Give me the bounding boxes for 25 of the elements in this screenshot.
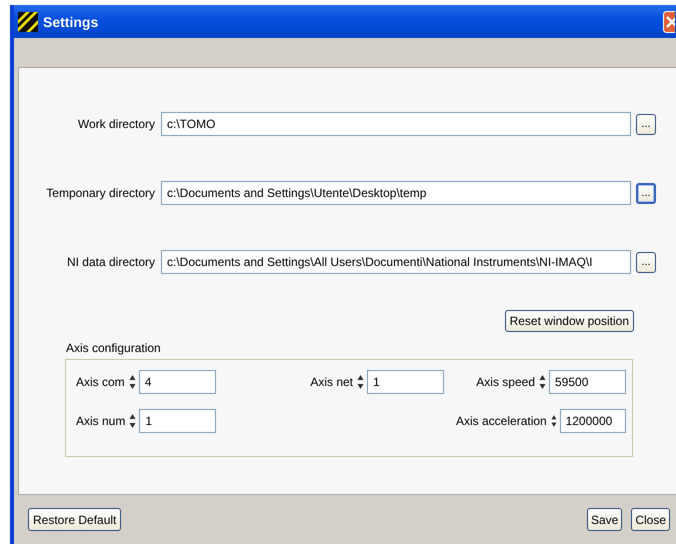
number-field[interactable]: 59500 bbox=[549, 370, 626, 394]
field-label: Axis com bbox=[76, 375, 125, 389]
number-field[interactable]: 4 bbox=[138, 370, 216, 394]
browse-button[interactable]: ... bbox=[636, 252, 656, 272]
field-label: Axis num bbox=[76, 414, 126, 428]
field-label: Axis speed bbox=[476, 375, 535, 389]
reset-window-position-button[interactable]: Reset window position bbox=[504, 310, 634, 332]
field-label: NI data directory bbox=[66, 255, 156, 269]
dialog-button[interactable]: Close bbox=[631, 508, 670, 531]
number-field[interactable]: 1 bbox=[139, 409, 216, 433]
dialog-button[interactable]: Save bbox=[586, 508, 622, 531]
field-label: Temponary directory bbox=[45, 186, 156, 200]
number-field[interactable]: 1 bbox=[367, 370, 444, 394]
group-title: Axis configuration bbox=[66, 341, 162, 355]
field-label: Axis acceleration bbox=[456, 414, 547, 428]
window-title: Settings bbox=[43, 14, 100, 30]
directory-field[interactable]: c:\Documents and Settings\All Users\Documenti\National Instruments\NI-IMAQ\I bbox=[161, 250, 631, 274]
browse-button[interactable]: ... bbox=[636, 182, 656, 204]
directory-field[interactable]: c:\TOMO bbox=[161, 112, 631, 136]
number-field[interactable]: 1200000 bbox=[560, 409, 626, 433]
browse-button[interactable]: ... bbox=[636, 114, 656, 134]
field-label: Work directory bbox=[76, 117, 156, 131]
directory-field[interactable]: c:\Documents and Settings\Utente\Desktop\temp bbox=[161, 181, 631, 205]
restore-default-button[interactable]: Restore Default bbox=[28, 508, 122, 531]
field-label: Axis net bbox=[310, 375, 353, 389]
